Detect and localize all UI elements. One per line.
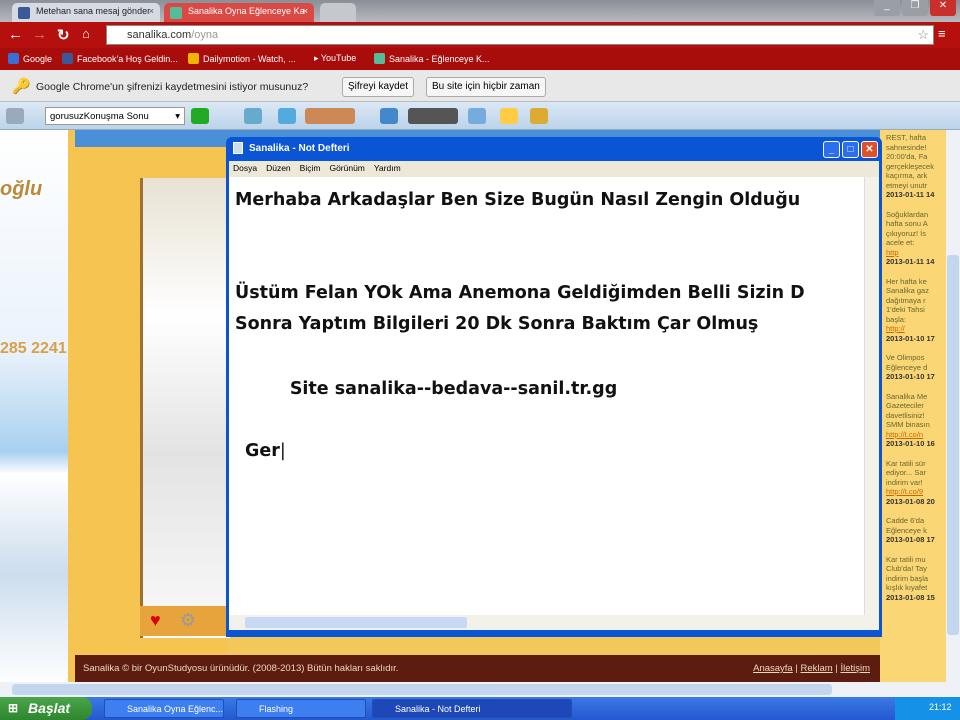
menu-help[interactable]: Yardım [374, 163, 401, 173]
heart-icon[interactable]: ♥ [150, 610, 161, 631]
news-item: Soğuklardan hafta sonu A çıkıyoruz! İs a… [886, 209, 935, 267]
facebook-icon [18, 7, 30, 19]
close-tab-icon[interactable]: × [303, 6, 308, 16]
game-canvas[interactable] [140, 178, 230, 638]
left-advertisement[interactable]: oğlu 285 2241 [0, 130, 68, 685]
system-tray: 21:12 [895, 697, 960, 720]
menu-edit[interactable]: Düzen [266, 163, 291, 173]
menu-view[interactable]: Görünüm [329, 163, 364, 173]
calendar-icon[interactable] [244, 108, 262, 124]
home-link[interactable]: Anasayfa [753, 663, 793, 674]
start-button[interactable]: ⊞ Başlat [0, 697, 92, 720]
play-button-icon[interactable] [191, 108, 209, 124]
notepad-titlebar[interactable]: Sanalika - Not Defteri _ □ ✕ [229, 137, 879, 161]
chevron-down-icon: ▾ [175, 111, 180, 122]
key-icon: 🔑 [12, 78, 31, 95]
news-item: Her hafta ke Sanalika gaz dağıtmaya r 1'… [886, 276, 935, 343]
page-footer: Sanalika © bir OyunStudyosu ürünüdür. (2… [75, 655, 880, 682]
news-item: REST, hafta sahnesinde! 20:00'da, Fa ger… [886, 133, 935, 199]
tab-strip: Metehan sana mesaj gönder × Sanalika Oyna… [0, 0, 960, 22]
new-tab-button[interactable] [320, 3, 356, 22]
close-button[interactable]: ✕ [861, 141, 878, 158]
gear-icon[interactable]: ⚙ [180, 610, 196, 631]
ad-logo: oğlu [0, 178, 43, 200]
weather-icon[interactable] [500, 108, 518, 124]
maximize-button[interactable]: ❐ [902, 0, 928, 16]
address-bar[interactable]: sanalika.com/oyna ☆ [106, 25, 934, 45]
star-icon[interactable]: ☆ [917, 27, 929, 43]
close-button[interactable]: ✕ [930, 0, 956, 16]
home-icon[interactable]: ⌂ [82, 26, 90, 41]
back-icon[interactable]: ← [8, 26, 23, 43]
media-icon[interactable] [408, 108, 458, 124]
counter-icon[interactable] [380, 108, 398, 124]
task-chrome[interactable]: Sanalika Oyna Eğlenc... [104, 699, 224, 718]
url-path: /oyna [191, 29, 219, 41]
twitter-icon[interactable] [278, 108, 296, 124]
news-item: Cadde 6'da Eğlenceye k 2013-01-08 17 [886, 516, 935, 544]
tab-facebook[interactable]: Metehan sana mesaj gönder × [12, 3, 160, 22]
save-password-infobar: 🔑 Google Chrome'un şifrenizi kaydetmesin… [0, 70, 960, 102]
task-flashing[interactable]: Flashing [236, 699, 366, 718]
tag-icon[interactable] [530, 108, 548, 124]
clock: 21:12 [929, 702, 952, 712]
window-title: Sanalika - Not Defteri [249, 143, 350, 154]
mail-icon[interactable] [468, 108, 486, 124]
maximize-button[interactable]: □ [842, 141, 859, 158]
tab-label: Metehan sana mesaj gönder [36, 6, 151, 16]
notepad-icon [233, 142, 243, 154]
notepad-text-area[interactable]: Merhaba Arkadaşlar Ben Size Bugün Nasıl … [229, 177, 879, 615]
notepad-window: Sanalika - Not Defteri _ □ ✕ Dosya Düzen Biç… [226, 137, 882, 637]
globe-icon[interactable] [6, 108, 24, 124]
close-tab-icon[interactable]: × [149, 6, 154, 16]
bookmark-google[interactable]: Google [8, 53, 52, 64]
news-item: Kar tatili mu Club'da! Tay indirim başla… [886, 554, 935, 602]
social-icons[interactable] [305, 108, 355, 124]
task-notepad[interactable]: Sanalika - Not Defteri [372, 699, 572, 718]
sanalika-icon [170, 7, 182, 19]
url-host: sanalika.com [127, 29, 192, 41]
infobar-message: Google Chrome'un şifrenizi kaydetmesini … [36, 81, 309, 93]
tab-sanalika[interactable]: Sanalika Oyna Eğlenceye Ka × [164, 3, 314, 22]
news-item: Ve Olimpos Eğlenceye d 2013-01-10 17 [886, 353, 935, 381]
windows-logo-icon: ⊞ [8, 701, 19, 715]
notepad-vertical-scrollbar[interactable] [864, 177, 879, 615]
page-horizontal-scrollbar[interactable] [0, 682, 960, 697]
reload-icon[interactable]: ↻ [57, 26, 70, 44]
copyright-text: Sanalika © bir OyunStudyosu ürünüdür. (2… [83, 663, 399, 674]
extension-select[interactable]: gorusuzKonuşma Sonu ▾ [45, 107, 185, 125]
game-toolbar: ♥ ⚙ [140, 606, 230, 636]
save-password-button[interactable]: Şifreyi kaydet [342, 77, 415, 97]
window-controls: _ ❐ ✕ [874, 0, 956, 16]
never-for-site-button[interactable]: Bu site için hiçbir zaman [426, 77, 546, 97]
menu-icon[interactable]: ≡ [938, 26, 946, 41]
tab-label: Sanalika Oyna Eğlenceye Ka [188, 6, 305, 16]
news-item: Sanalika Me Gazeteciler davetlisiniz! SM… [886, 391, 935, 449]
bookmark-dailymotion[interactable]: Dailymotion - Watch, ... [188, 53, 296, 64]
menu-format[interactable]: Biçim [300, 163, 321, 173]
bookmarks-bar: Google Facebook'a Hoş Geldin... Dailymot… [0, 48, 960, 70]
bookmark-facebook[interactable]: Facebook'a Hoş Geldin... [62, 53, 178, 64]
news-item: Kar tatili sür ediyor... Sar indirim var… [886, 458, 935, 506]
forward-icon[interactable]: → [32, 26, 47, 43]
document-text: Merhaba Arkadaşlar Ben Size Bugün Nasıl … [235, 190, 805, 461]
ad-phone: 285 2241 [0, 340, 67, 357]
play-icon: ▸ [314, 53, 321, 63]
menu-file[interactable]: Dosya [233, 163, 257, 173]
menu-bar: Dosya Düzen Biçim Görünüm Yardım [229, 161, 879, 177]
minimize-button[interactable]: _ [823, 141, 840, 158]
bookmark-youtube[interactable]: ▸ YouTube [314, 53, 356, 64]
notepad-horizontal-scrollbar[interactable] [229, 615, 879, 630]
page-vertical-scrollbar[interactable] [946, 130, 960, 685]
minimize-button[interactable]: _ [874, 0, 900, 16]
contact-link[interactable]: İletişim [840, 663, 870, 674]
ads-link[interactable]: Reklam [800, 663, 832, 674]
bookmark-sanalika[interactable]: Sanalika - Eğlenceye K... [374, 53, 490, 64]
news-feed: REST, hafta sahnesinde! 20:00'da, Fa ger… [880, 130, 946, 685]
